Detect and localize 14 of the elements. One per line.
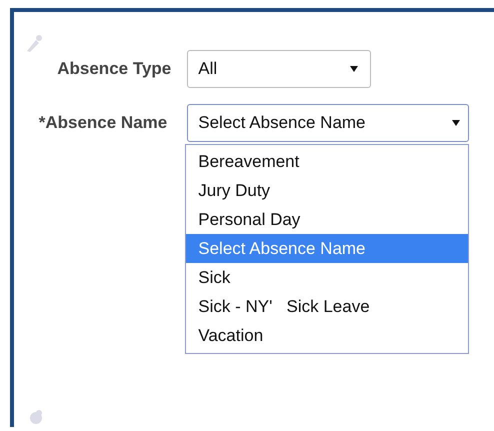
dropdown-option[interactable]: Sick - NY' Sick Leave (186, 292, 468, 321)
dropdown-option[interactable]: Personal Day (186, 205, 468, 234)
dropdown-option[interactable]: Bereavement (186, 147, 468, 176)
dropdown-option[interactable]: Vacation (186, 321, 468, 350)
dropdown-option[interactable]: Sick (186, 263, 468, 292)
field-label: Absence Type (57, 59, 172, 79)
dropdown-option[interactable]: Select Absence Name (186, 234, 468, 263)
dropdown-option[interactable]: Jury Duty (186, 176, 468, 205)
caret-icon (452, 120, 460, 126)
dropdown[interactable]: Select Absence Name (187, 104, 470, 142)
dropdown[interactable]: All (187, 50, 372, 88)
faded-icon (24, 34, 44, 54)
caret-icon (350, 66, 358, 72)
field-label: *Absence Name (38, 113, 168, 133)
